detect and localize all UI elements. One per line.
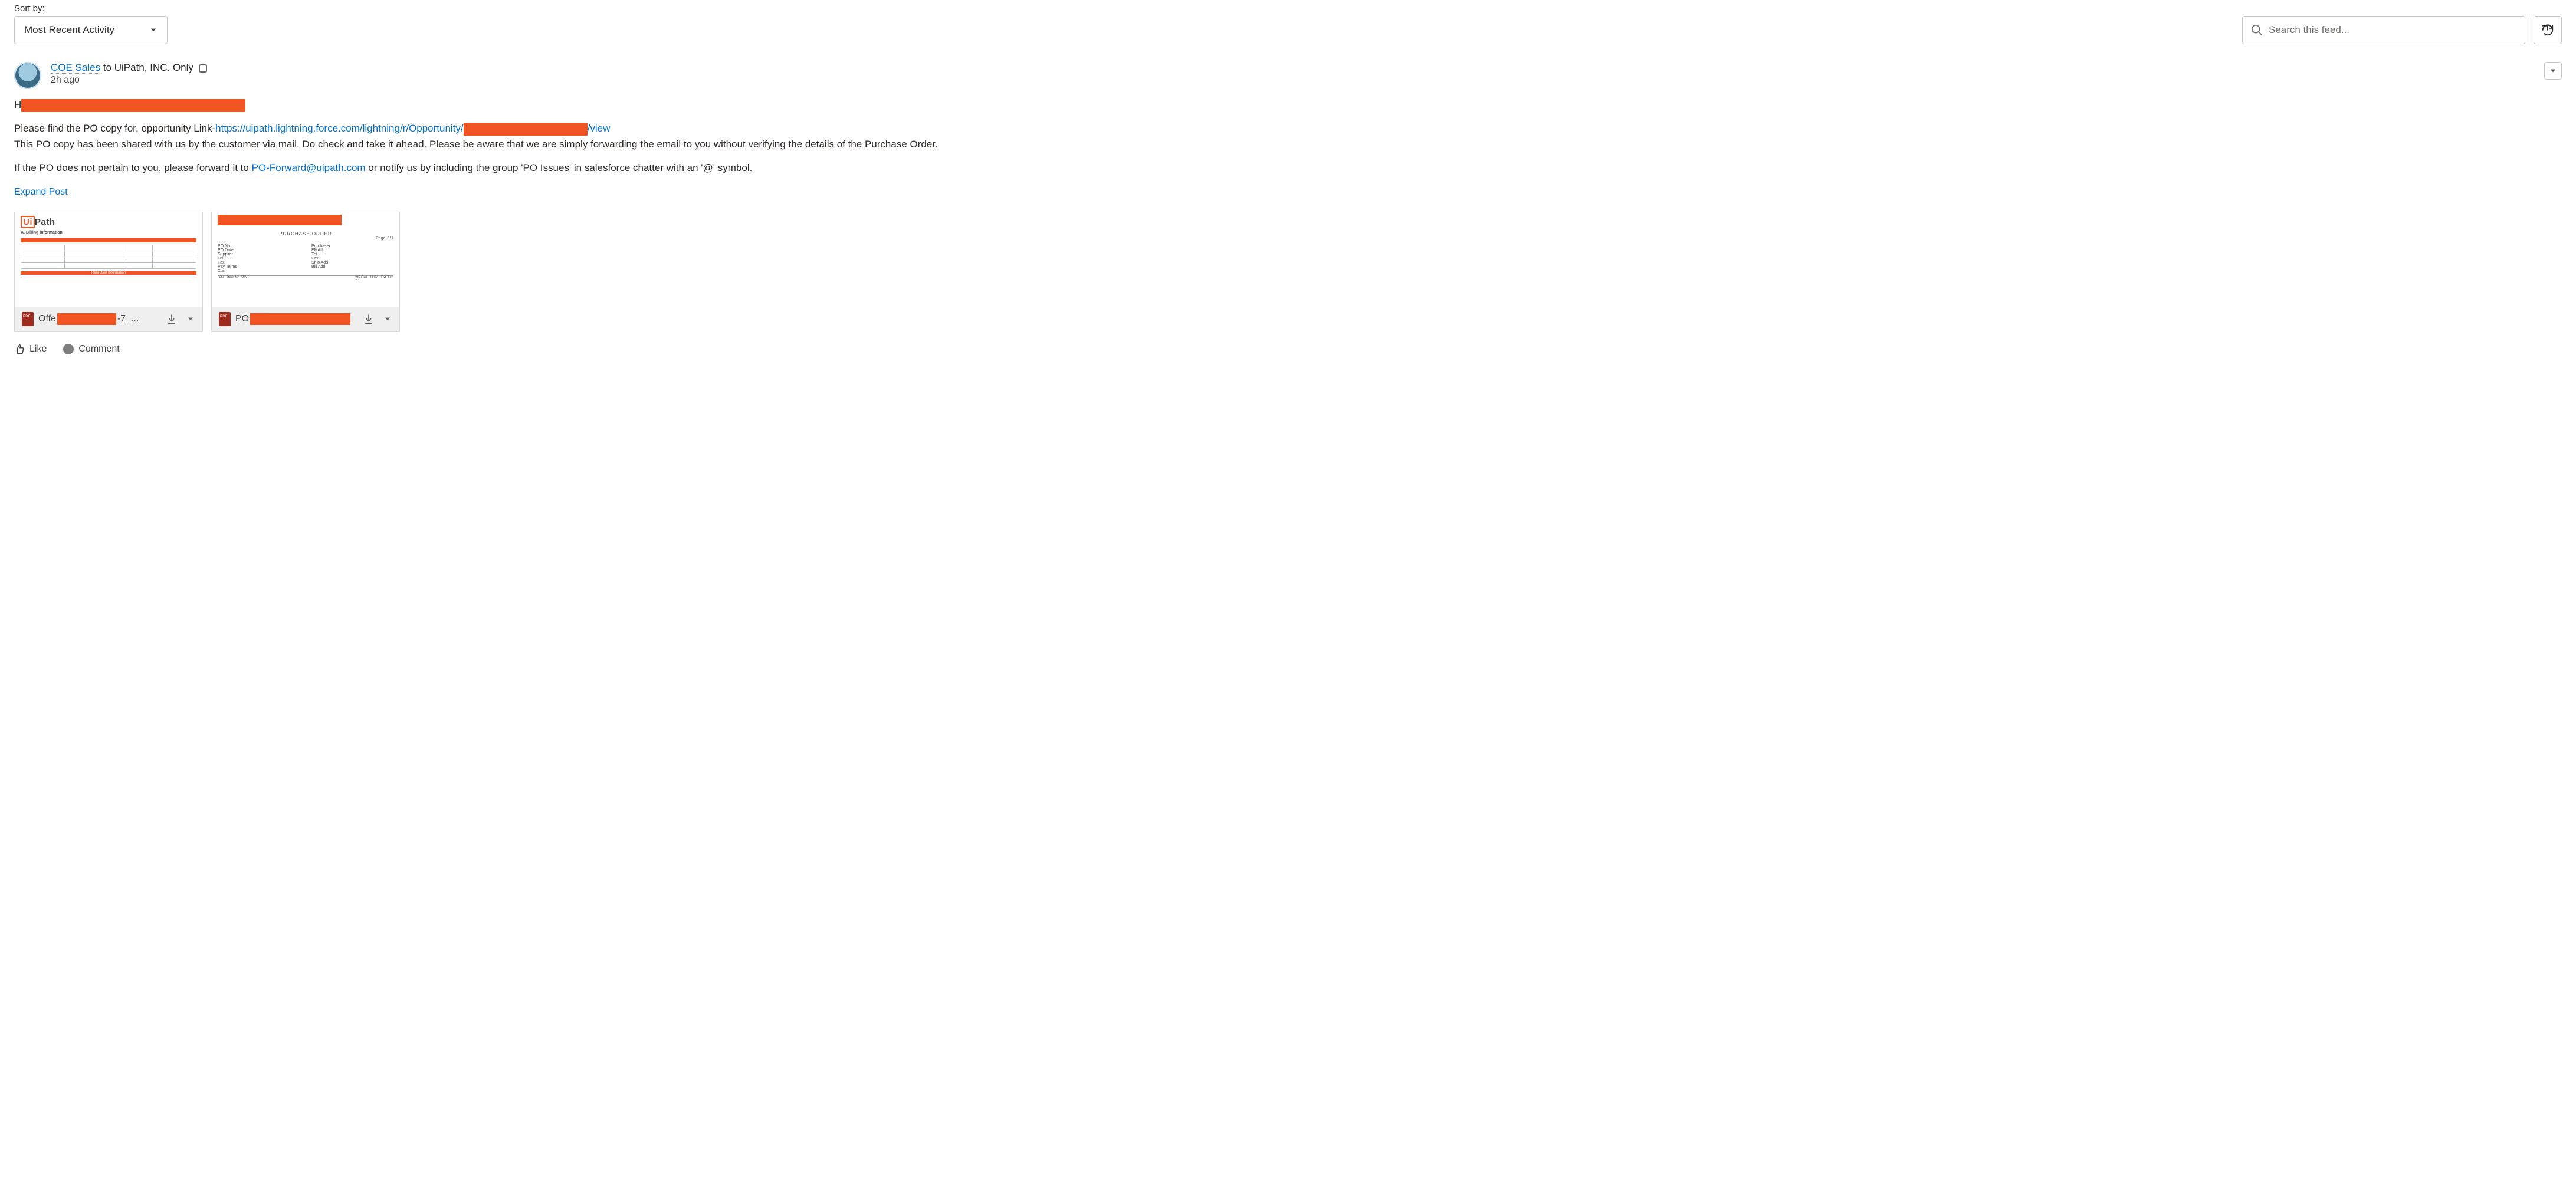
refresh-button[interactable] — [2534, 16, 2562, 44]
attachment-preview: UiPath A. Billing Information Real User … — [15, 212, 202, 307]
forward-email-link[interactable]: PO-Forward@uipath.com — [252, 162, 366, 173]
post-body-para1: Please find the PO copy for, opportunity… — [14, 121, 2562, 152]
chevron-down-icon — [383, 315, 392, 323]
chevron-down-icon — [149, 26, 157, 34]
attachment-card[interactable]: PURCHASE ORDER Page: 1/1 PO No.PO Date.S… — [211, 212, 400, 332]
post-byline: COE Sales to UiPath, INC. Only — [51, 62, 207, 74]
post-menu-button[interactable] — [2544, 62, 2562, 80]
search-icon — [2250, 24, 2263, 37]
like-button[interactable]: Like — [14, 344, 47, 354]
opportunity-link-suffix[interactable]: /view — [588, 123, 611, 134]
attachment-preview: PURCHASE ORDER Page: 1/1 PO No.PO Date.S… — [212, 212, 399, 307]
pdf-icon — [22, 312, 34, 326]
redacted-text — [464, 123, 588, 136]
attachment-filename: PO — [235, 313, 357, 325]
redacted-text — [218, 215, 342, 225]
thumb-up-icon — [14, 344, 25, 354]
search-input[interactable] — [2242, 16, 2525, 44]
attachment-menu-button[interactable] — [183, 312, 198, 326]
author-link[interactable]: COE Sales — [51, 62, 100, 74]
download-icon — [166, 313, 178, 325]
search-wrap — [2242, 16, 2525, 44]
avatar — [14, 62, 41, 89]
refresh-icon — [2541, 24, 2554, 37]
post-body-para2: If the PO does not pertain to you, pleas… — [14, 160, 2562, 176]
comment-button[interactable]: Comment — [63, 344, 119, 354]
download-button[interactable] — [165, 312, 179, 326]
comment-icon — [63, 344, 74, 354]
download-button[interactable] — [362, 312, 376, 326]
attachment-menu-button[interactable] — [380, 312, 395, 326]
sort-label: Sort by: — [14, 4, 168, 14]
opportunity-link[interactable]: https://uipath.lightning.force.com/light… — [215, 123, 464, 134]
uipath-logo: UiPath — [21, 217, 196, 227]
pdf-icon — [219, 312, 231, 326]
attachment-filename: Offe-7_... — [38, 313, 160, 325]
download-icon — [363, 313, 375, 325]
expand-post-link[interactable]: Expand Post — [14, 185, 68, 200]
visibility-icon — [199, 64, 207, 73]
redacted-text — [57, 313, 116, 325]
chevron-down-icon — [186, 315, 195, 323]
attachment-card[interactable]: UiPath A. Billing Information Real User … — [14, 212, 203, 332]
post-greeting-line: H — [14, 97, 2562, 113]
sort-select[interactable]: Most Recent Activity — [14, 16, 168, 44]
post-timestamp: 2h ago — [51, 75, 207, 86]
redacted-text — [21, 99, 245, 112]
chevron-down-icon — [2549, 67, 2557, 75]
sort-value: Most Recent Activity — [24, 24, 114, 36]
redacted-text — [250, 313, 350, 325]
